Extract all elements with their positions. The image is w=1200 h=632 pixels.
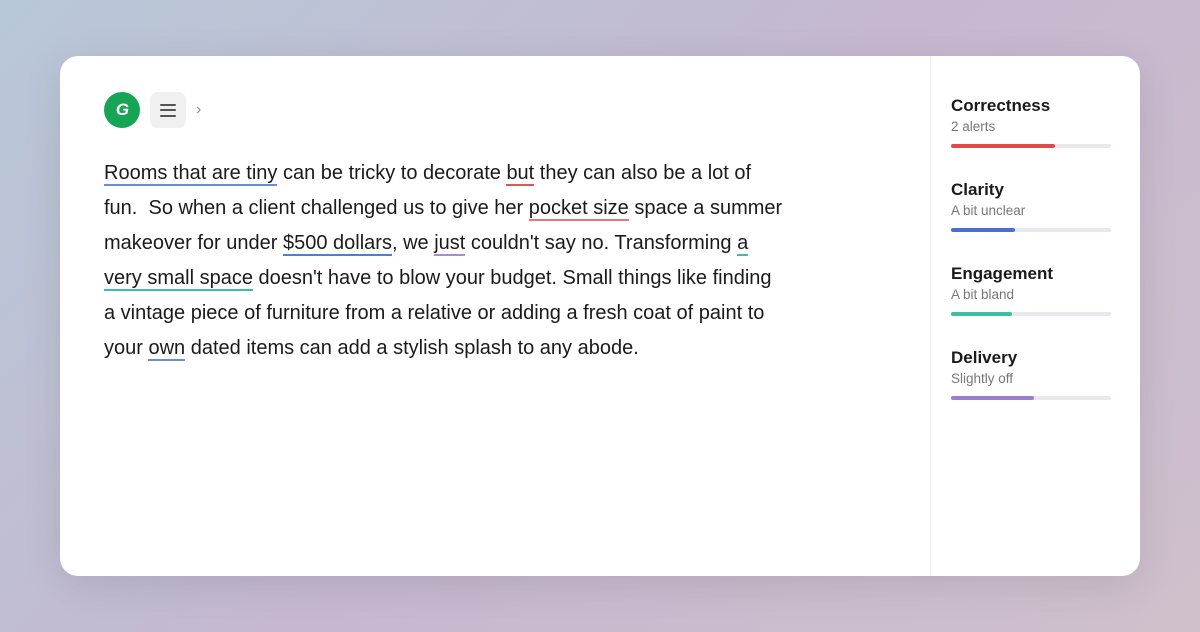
forward-button[interactable]: › (196, 101, 201, 119)
underline-very-small-space: a very small space (104, 232, 748, 291)
metric-engagement: Engagement A bit bland (951, 264, 1112, 316)
editor-area: G › Rooms that are tiny can be tricky to… (60, 56, 930, 576)
metric-delivery: Delivery Slightly off (951, 348, 1112, 400)
underline-own: own (148, 337, 185, 361)
metric-correctness: Correctness 2 alerts (951, 96, 1112, 148)
grammarly-logo: G (104, 92, 140, 128)
delivery-subtitle: Slightly off (951, 371, 1112, 386)
underline-pocket-size: pocket size (529, 197, 629, 221)
clarity-bar-track (951, 228, 1111, 232)
delivery-bar-fill (951, 396, 1034, 400)
clarity-subtitle: A bit unclear (951, 203, 1112, 218)
clarity-bar-fill (951, 228, 1015, 232)
delivery-bar-track (951, 396, 1111, 400)
underline-rooms-tiny: Rooms that are tiny (104, 162, 277, 186)
main-card: G › Rooms that are tiny can be tricky to… (60, 56, 1140, 576)
metric-clarity: Clarity A bit unclear (951, 180, 1112, 232)
engagement-title: Engagement (951, 264, 1112, 284)
delivery-title: Delivery (951, 348, 1112, 368)
clarity-title: Clarity (951, 180, 1112, 200)
engagement-subtitle: A bit bland (951, 287, 1112, 302)
underline-500: $500 dollars (283, 232, 392, 256)
engagement-bar-track (951, 312, 1111, 316)
toolbar: G › (104, 92, 886, 128)
underline-but: but (506, 162, 534, 186)
document-text: Rooms that are tiny can be tricky to dec… (104, 156, 784, 366)
correctness-bar-fill (951, 144, 1055, 148)
underline-just: just (434, 232, 465, 256)
correctness-subtitle: 2 alerts (951, 119, 1112, 134)
metrics-sidebar: Correctness 2 alerts Clarity A bit uncle… (930, 56, 1140, 576)
correctness-title: Correctness (951, 96, 1112, 116)
hamburger-icon (160, 104, 176, 117)
menu-button[interactable] (150, 92, 186, 128)
correctness-bar-track (951, 144, 1111, 148)
engagement-bar-fill (951, 312, 1012, 316)
